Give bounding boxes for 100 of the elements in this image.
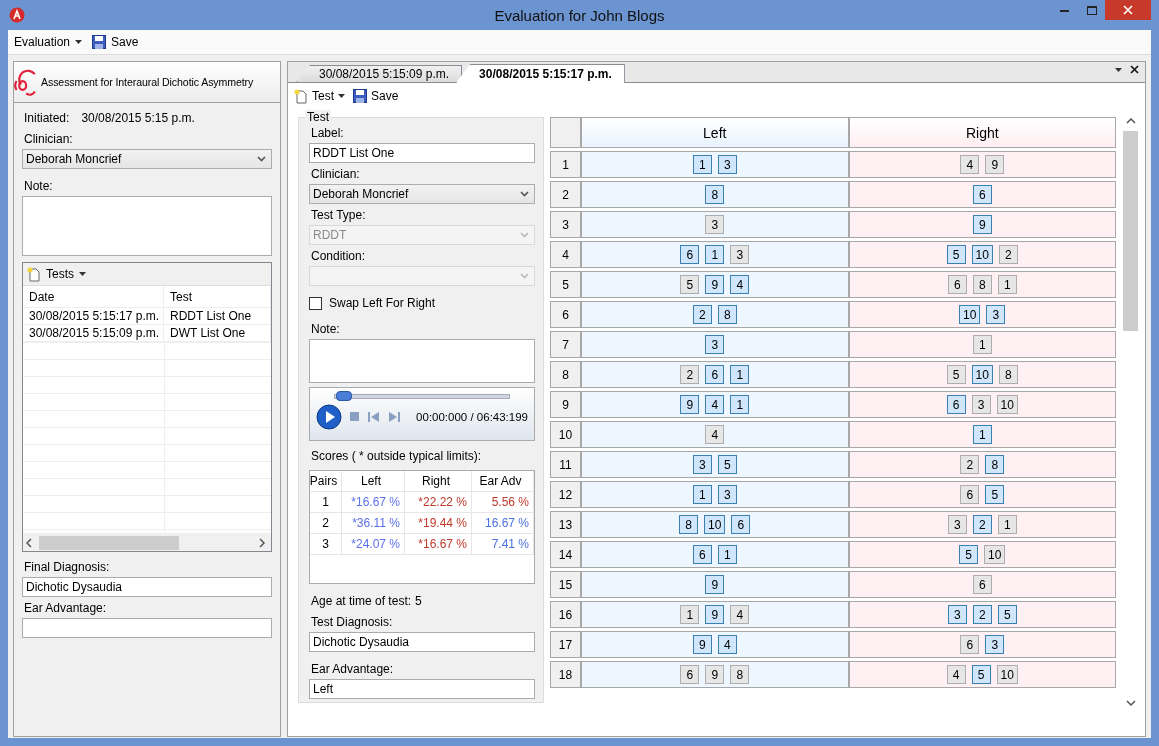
number-tile[interactable]: 3 xyxy=(985,635,1005,654)
number-tile[interactable]: 5 xyxy=(997,605,1017,624)
number-tile[interactable]: 6 xyxy=(960,485,980,504)
number-tile[interactable]: 3 xyxy=(705,335,725,354)
number-tile[interactable]: 6 xyxy=(972,185,992,204)
number-tile[interactable]: 10 xyxy=(984,545,1006,564)
previous-button[interactable] xyxy=(368,412,380,422)
number-tile[interactable]: 3 xyxy=(947,515,967,534)
number-tile[interactable]: 6 xyxy=(972,575,992,594)
number-tile[interactable]: 1 xyxy=(692,155,712,174)
number-tile[interactable]: 5 xyxy=(717,455,737,474)
tests-menu-button[interactable]: Tests xyxy=(23,266,90,282)
clinician-dropdown[interactable]: Deborah Moncrief xyxy=(22,149,272,169)
play-button[interactable] xyxy=(316,404,342,430)
number-tile[interactable]: 2 xyxy=(972,515,992,534)
number-tile[interactable]: 2 xyxy=(960,455,980,474)
scrollbar-thumb[interactable] xyxy=(39,535,179,550)
number-tile[interactable]: 9 xyxy=(680,395,700,414)
scroll-right-icon[interactable] xyxy=(256,537,268,548)
label-field[interactable]: RDDT List One xyxy=(309,143,535,163)
table-cell[interactable]: DWT List One xyxy=(164,325,271,342)
number-tile[interactable]: 9 xyxy=(705,275,725,294)
next-button[interactable] xyxy=(388,412,400,422)
tab-list-button[interactable] xyxy=(1115,67,1122,72)
number-tile[interactable]: 4 xyxy=(730,605,750,624)
number-tile[interactable]: 2 xyxy=(998,245,1018,264)
number-tile[interactable]: 2 xyxy=(680,365,700,384)
number-tile[interactable]: 9 xyxy=(985,155,1005,174)
save-button[interactable]: Save xyxy=(353,89,399,103)
number-tile[interactable]: 6 xyxy=(946,395,966,414)
number-tile[interactable]: 6 xyxy=(692,545,712,564)
clinician-dropdown[interactable]: Deborah Moncrief xyxy=(309,184,535,204)
number-tile[interactable]: 6 xyxy=(731,515,751,534)
table-cell[interactable]: 30/08/2015 5:15:17 p.m. xyxy=(23,308,164,325)
number-tile[interactable]: 4 xyxy=(946,665,966,684)
number-tile[interactable]: 8 xyxy=(998,365,1018,384)
note-field[interactable] xyxy=(309,339,535,383)
number-tile[interactable]: 4 xyxy=(960,155,980,174)
number-tile[interactable]: 3 xyxy=(947,605,967,624)
close-button[interactable] xyxy=(1105,0,1151,20)
number-tile[interactable]: 10 xyxy=(959,305,981,324)
tab[interactable]: 30/08/2015 5:15:09 p.m. xyxy=(296,65,463,82)
number-tile[interactable]: 1 xyxy=(717,545,737,564)
test-menu-button[interactable]: Test xyxy=(294,88,345,104)
number-tile[interactable]: 2 xyxy=(972,605,992,624)
number-tile[interactable]: 1 xyxy=(997,515,1017,534)
number-tile[interactable]: 3 xyxy=(986,305,1006,324)
number-tile[interactable]: 9 xyxy=(705,605,725,624)
table-cell[interactable]: 30/08/2015 5:15:09 p.m. xyxy=(23,325,164,342)
number-tile[interactable]: 6 xyxy=(705,365,725,384)
number-tile[interactable]: 9 xyxy=(705,665,725,684)
number-tile[interactable]: 5 xyxy=(946,245,966,264)
note-field[interactable] xyxy=(22,196,272,256)
number-tile[interactable]: 4 xyxy=(705,425,725,444)
save-button[interactable]: Save xyxy=(90,33,141,51)
number-tile[interactable]: 5 xyxy=(985,485,1005,504)
number-tile[interactable]: 8 xyxy=(730,665,750,684)
scroll-up-icon[interactable] xyxy=(1125,117,1136,125)
number-tile[interactable]: 3 xyxy=(971,395,991,414)
number-tile[interactable]: 5 xyxy=(971,665,991,684)
number-tile[interactable]: 5 xyxy=(959,545,979,564)
number-tile[interactable]: 1 xyxy=(692,485,712,504)
final-diagnosis-field[interactable]: Dichotic Dysaudia xyxy=(22,577,272,597)
number-tile[interactable]: 1 xyxy=(730,365,750,384)
number-tile[interactable]: 6 xyxy=(947,275,967,294)
number-tile[interactable]: 10 xyxy=(971,245,993,264)
number-tile[interactable]: 4 xyxy=(730,275,750,294)
number-tile[interactable]: 3 xyxy=(692,455,712,474)
number-tile[interactable]: 1 xyxy=(705,245,725,264)
number-tile[interactable]: 10 xyxy=(996,665,1018,684)
number-tile[interactable]: 9 xyxy=(705,575,725,594)
swap-checkbox[interactable]: Swap Left For Right xyxy=(309,296,535,310)
tab[interactable]: 30/08/2015 5:15:17 p.m. xyxy=(456,64,625,83)
scroll-left-icon[interactable] xyxy=(23,537,35,548)
number-tile[interactable]: 8 xyxy=(972,275,992,294)
number-tile[interactable]: 5 xyxy=(680,275,700,294)
number-tile[interactable]: 1 xyxy=(730,395,750,414)
number-tile[interactable]: 8 xyxy=(985,455,1005,474)
number-tile[interactable]: 6 xyxy=(680,665,700,684)
number-tile[interactable]: 10 xyxy=(971,365,993,384)
scroll-down-icon[interactable] xyxy=(1125,699,1136,707)
number-tile[interactable]: 1 xyxy=(680,605,700,624)
number-tile[interactable]: 8 xyxy=(705,185,725,204)
number-tile[interactable]: 3 xyxy=(717,155,737,174)
number-tile[interactable]: 1 xyxy=(972,425,992,444)
scrollbar-thumb[interactable] xyxy=(1123,131,1138,331)
test-diagnosis-field[interactable]: Dichotic Dysaudia xyxy=(309,632,535,652)
number-tile[interactable]: 6 xyxy=(680,245,700,264)
number-tile[interactable]: 9 xyxy=(972,215,992,234)
seek-slider[interactable] xyxy=(334,390,510,402)
number-tile[interactable]: 4 xyxy=(717,635,737,654)
number-tile[interactable]: 6 xyxy=(960,635,980,654)
table-cell[interactable]: RDDT List One xyxy=(164,308,271,325)
number-tile[interactable]: 5 xyxy=(946,365,966,384)
number-tile[interactable]: 4 xyxy=(705,395,725,414)
column-header[interactable]: Test xyxy=(164,286,271,308)
number-tile[interactable]: 8 xyxy=(717,305,737,324)
column-header[interactable]: Date xyxy=(23,286,164,308)
ear-advantage-field[interactable]: Left xyxy=(309,679,535,699)
number-tile[interactable]: 10 xyxy=(704,515,726,534)
